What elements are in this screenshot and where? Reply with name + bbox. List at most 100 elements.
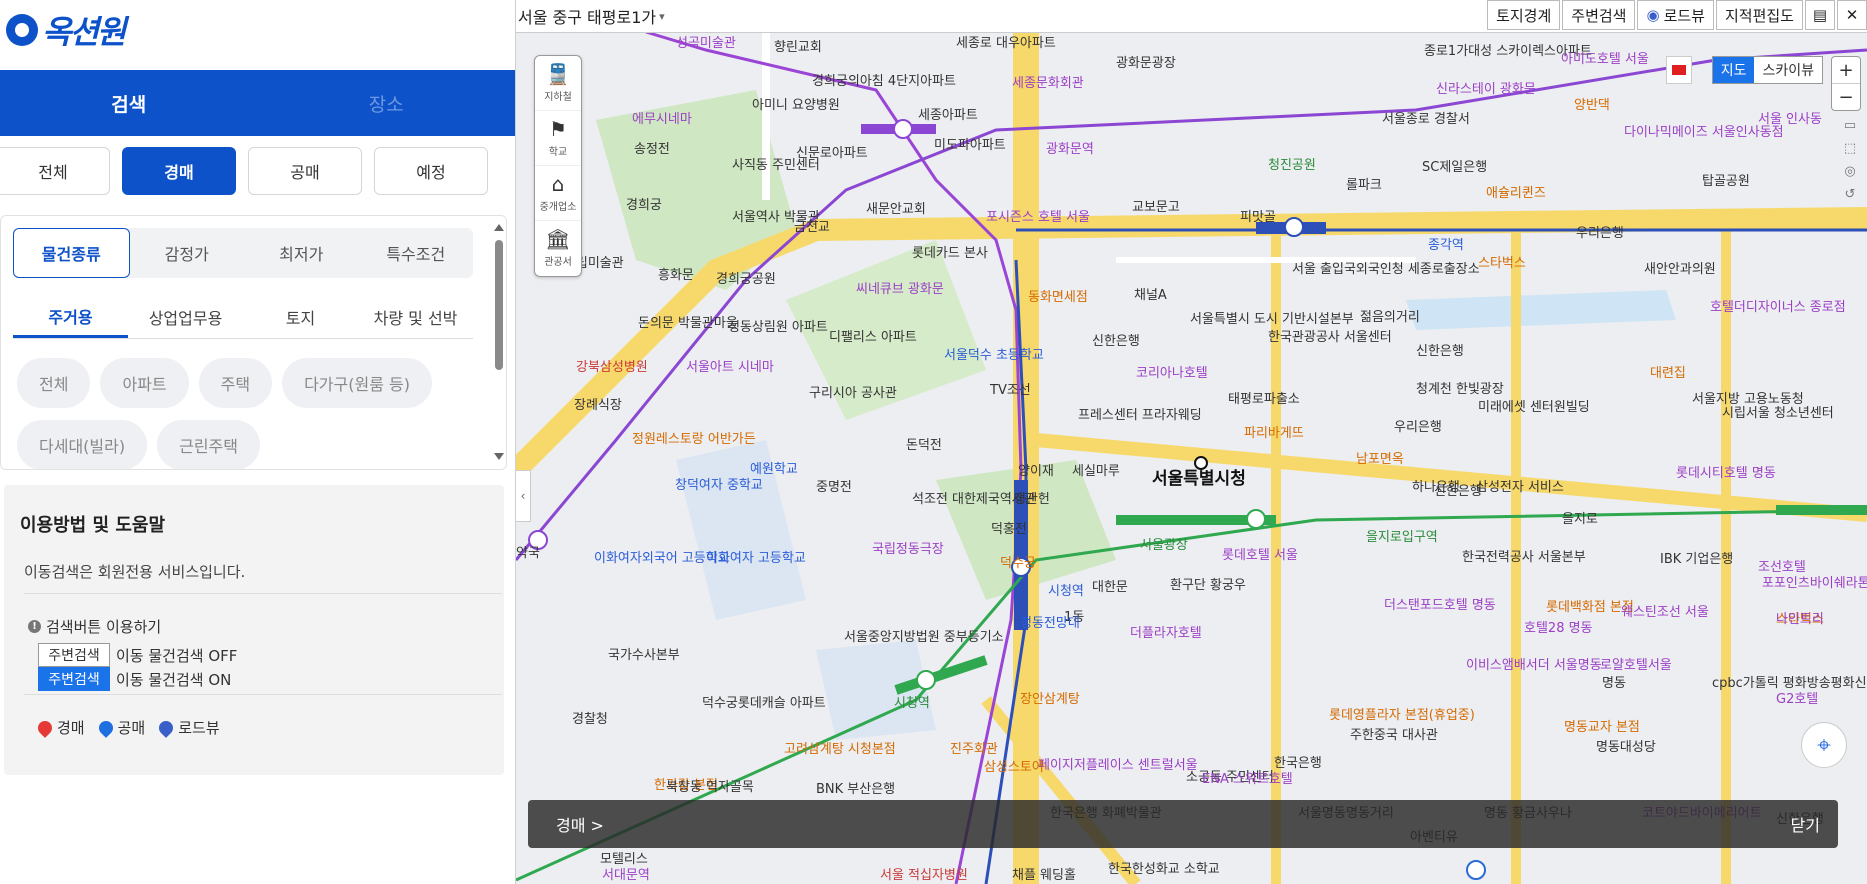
map-poi-label[interactable]: 롯데호텔 서울 bbox=[1222, 548, 1298, 563]
map-poi-label[interactable]: 경희궁의아침 4단지아파트 bbox=[812, 74, 956, 89]
map-poi-label[interactable]: 명동 bbox=[1602, 676, 1626, 691]
filter-scrollbar[interactable] bbox=[492, 222, 506, 462]
map-poi-label[interactable]: 더플라자호텔 bbox=[1130, 626, 1202, 641]
map-poi-label[interactable]: 대한문 bbox=[1092, 580, 1128, 595]
map-poi-label[interactable]: 롤파크 bbox=[1346, 178, 1382, 193]
agency-tool[interactable]: ⌂ 중개업소 bbox=[535, 166, 581, 221]
map-poi-label[interactable]: 롯데영플라자 본점(휴업중) bbox=[1329, 708, 1475, 723]
map-poi-label[interactable]: 서울 출입국외국인청 세종로출장소 bbox=[1292, 262, 1480, 277]
map-poi-label[interactable]: 교보문고 bbox=[1132, 200, 1180, 215]
chip-villa[interactable]: 다세대(빌라) bbox=[17, 420, 148, 469]
map-view[interactable]: 성곡미술관 향린교회 세종로 대우아파트 경희궁의아침 4단지아파트 아미니 요양병원 세… bbox=[516, 0, 1867, 884]
scroll-up-icon[interactable] bbox=[494, 224, 504, 231]
undo-icon[interactable]: ↺ bbox=[1845, 187, 1856, 202]
map-poi-label[interactable]: 강북삼성병원 bbox=[576, 360, 648, 375]
map-poi-label[interactable]: 세실마루 bbox=[1072, 464, 1120, 479]
map-poi-label[interactable]: 을지로입구역 bbox=[1366, 530, 1438, 545]
map-poi-label[interactable]: 을지로 bbox=[1562, 512, 1598, 527]
map-poi-label[interactable]: 세종아파트 bbox=[918, 108, 978, 123]
map-poi-label[interactable]: 정관헌 bbox=[1014, 492, 1050, 507]
zoom-out-button[interactable]: − bbox=[1832, 84, 1860, 110]
map-poi-label[interactable]: 명동교자 본점 bbox=[1564, 720, 1640, 735]
map-poi-label[interactable]: 아미니 요양병원 bbox=[752, 98, 840, 113]
map-poi-label[interactable]: 삼성전자 서비스 bbox=[1476, 480, 1564, 495]
map-poi-label[interactable]: 롯데카드 본사 bbox=[912, 246, 988, 261]
map-poi-label[interactable]: 국립정동극장 bbox=[872, 542, 944, 557]
map-poi-label[interactable]: 송정전 bbox=[634, 142, 670, 157]
map-poi-label[interactable]: SC제일은행 bbox=[1422, 160, 1487, 175]
map-poi-label[interactable]: 덕수궁롯데캐슬 아파트 bbox=[702, 696, 826, 711]
auction-bar-link[interactable]: 경매 > bbox=[556, 812, 604, 836]
map-poi-label[interactable]: 장안삼계탕 bbox=[1020, 692, 1080, 707]
map-poi-label[interactable]: 남포면옥 bbox=[1356, 452, 1404, 467]
map-poi-label[interactable]: 피맛골 bbox=[1240, 210, 1276, 225]
map-poi-label[interactable]: 국가수사본부 bbox=[608, 648, 680, 663]
type-scheduled-button[interactable]: 예정 bbox=[374, 147, 488, 195]
map-poi-label[interactable]: IBK 기업은행 bbox=[1660, 552, 1733, 567]
map-poi-label[interactable]: 신문로아파트 bbox=[796, 146, 868, 161]
map-poi-label[interactable]: 서울특별시청 bbox=[1152, 471, 1246, 488]
map-type-standard[interactable]: 지도 bbox=[1712, 57, 1755, 83]
close-button[interactable]: ✕ bbox=[1837, 0, 1867, 30]
scroll-thumb[interactable] bbox=[495, 240, 503, 370]
map-poi-label[interactable]: 동화면세점 bbox=[1028, 290, 1088, 305]
map-poi-label[interactable]: 종각역 bbox=[1428, 238, 1464, 253]
map-poi-label[interactable]: 신라스테이 광화문 bbox=[1436, 82, 1536, 97]
map-poi-label[interactable]: 이화여자 고등학교 bbox=[706, 551, 806, 566]
map-poi-label[interactable]: 중명전 bbox=[816, 480, 852, 495]
map-poi-label[interactable]: 예원학교 bbox=[750, 462, 798, 477]
map-poi-label[interactable]: 씨네큐브 광화문 bbox=[856, 282, 944, 297]
subtab-residential[interactable]: 주거용 bbox=[13, 296, 128, 338]
map-poi-label[interactable]: 한국은행 bbox=[1274, 756, 1322, 771]
map-poi-label[interactable]: 흥화문 bbox=[658, 268, 694, 283]
roadview-button[interactable]: ◉ 로드뷰 bbox=[1637, 0, 1714, 30]
map-poi-label[interactable]: 파리바게뜨 bbox=[1244, 426, 1304, 441]
chip-mixed-house[interactable]: 근린주택 bbox=[157, 420, 260, 469]
subway-tool[interactable]: 🚆 지하철 bbox=[535, 56, 581, 111]
tab-search[interactable]: 검색 bbox=[0, 70, 258, 136]
map-poi-label[interactable]: 환구단 황궁우 bbox=[1170, 578, 1246, 593]
map-poi-label[interactable]: 양이재 bbox=[1018, 464, 1054, 479]
subtab-commercial[interactable]: 상업업무용 bbox=[128, 296, 243, 338]
map-poi-label[interactable]: 광화문광장 bbox=[1116, 56, 1176, 71]
subtab-vehicle[interactable]: 차량 및 선박 bbox=[358, 296, 473, 338]
map-poi-label[interactable]: 시청역 bbox=[894, 696, 930, 711]
map-poi-label[interactable]: BNK 부산은행 bbox=[816, 782, 895, 797]
map-poi-label[interactable]: 한국관광공사 서울센터 bbox=[1268, 330, 1392, 345]
map-poi-label[interactable]: 한국전력공사 서울본부 bbox=[1462, 550, 1586, 565]
type-auction-button[interactable]: 경매 bbox=[122, 147, 236, 195]
map-poi-label[interactable]: 서울아트 시네마 bbox=[686, 360, 774, 375]
map-poi-label[interactable]: ENA 스위트호텔 bbox=[1202, 772, 1293, 787]
map-poi-label[interactable]: 광화문역 bbox=[1046, 142, 1094, 157]
zoom-in-button[interactable]: + bbox=[1832, 57, 1860, 84]
area-icon[interactable]: ⬚ bbox=[1844, 141, 1856, 156]
map-poi-label[interactable]: 청진공원 bbox=[1268, 158, 1316, 173]
map-poi-label[interactable]: 약국 bbox=[516, 546, 540, 561]
map-poi-label[interactable]: 정동전망대 bbox=[1020, 616, 1080, 631]
map-poi-label[interactable]: 창덕여자 중학교 bbox=[675, 478, 763, 493]
map-poi-label[interactable]: 더스탠포드호텔 명동 bbox=[1384, 598, 1496, 613]
map-poi-label[interactable]: 구리시아 공사관 bbox=[809, 386, 897, 401]
map-poi-label[interactable]: 애슐리퀸즈 bbox=[1486, 186, 1546, 201]
map-poi-label[interactable]: 고려삼계탕 시청본점 bbox=[784, 742, 896, 757]
map-poi-label[interactable]: 서울종로 경찰서 bbox=[1382, 112, 1470, 127]
map-poi-label[interactable]: 정동상림원 아파트 bbox=[728, 320, 828, 335]
map-poi-label[interactable]: cpbc가톨릭 평화방송평화신문 bbox=[1712, 676, 1867, 691]
chevron-down-icon[interactable]: ▾ bbox=[659, 10, 665, 23]
print-button[interactable]: ▤ bbox=[1805, 0, 1835, 30]
map-poi-label[interactable]: 호텔28 명동 bbox=[1524, 621, 1593, 636]
map-poi-label[interactable]: 금천교 bbox=[794, 220, 830, 235]
map-poi-label[interactable]: TV조선 bbox=[990, 383, 1031, 398]
land-boundary-button[interactable]: 토지경계 bbox=[1487, 0, 1561, 30]
address-text[interactable]: 서울 중구 태평로1가 bbox=[518, 4, 656, 28]
map-poi-label[interactable]: 경희궁 bbox=[626, 198, 662, 213]
map-poi-label[interactable]: 신한은행 bbox=[1092, 334, 1140, 349]
map-poi-label[interactable]: 서대문역 bbox=[602, 868, 650, 883]
map-poi-label[interactable]: 아미도호텔 서울 bbox=[1561, 52, 1649, 67]
map-poi-label[interactable]: 다이나믹메이즈 서울인사동점 bbox=[1624, 125, 1784, 140]
chip-house[interactable]: 주택 bbox=[198, 358, 273, 408]
current-location-button[interactable]: ⌖ bbox=[1801, 722, 1847, 768]
map-poi-label[interactable]: 롯데시티호텔 명동 bbox=[1676, 466, 1776, 481]
flag-button[interactable] bbox=[1666, 56, 1692, 84]
tab-place[interactable]: 장소 bbox=[258, 70, 516, 136]
